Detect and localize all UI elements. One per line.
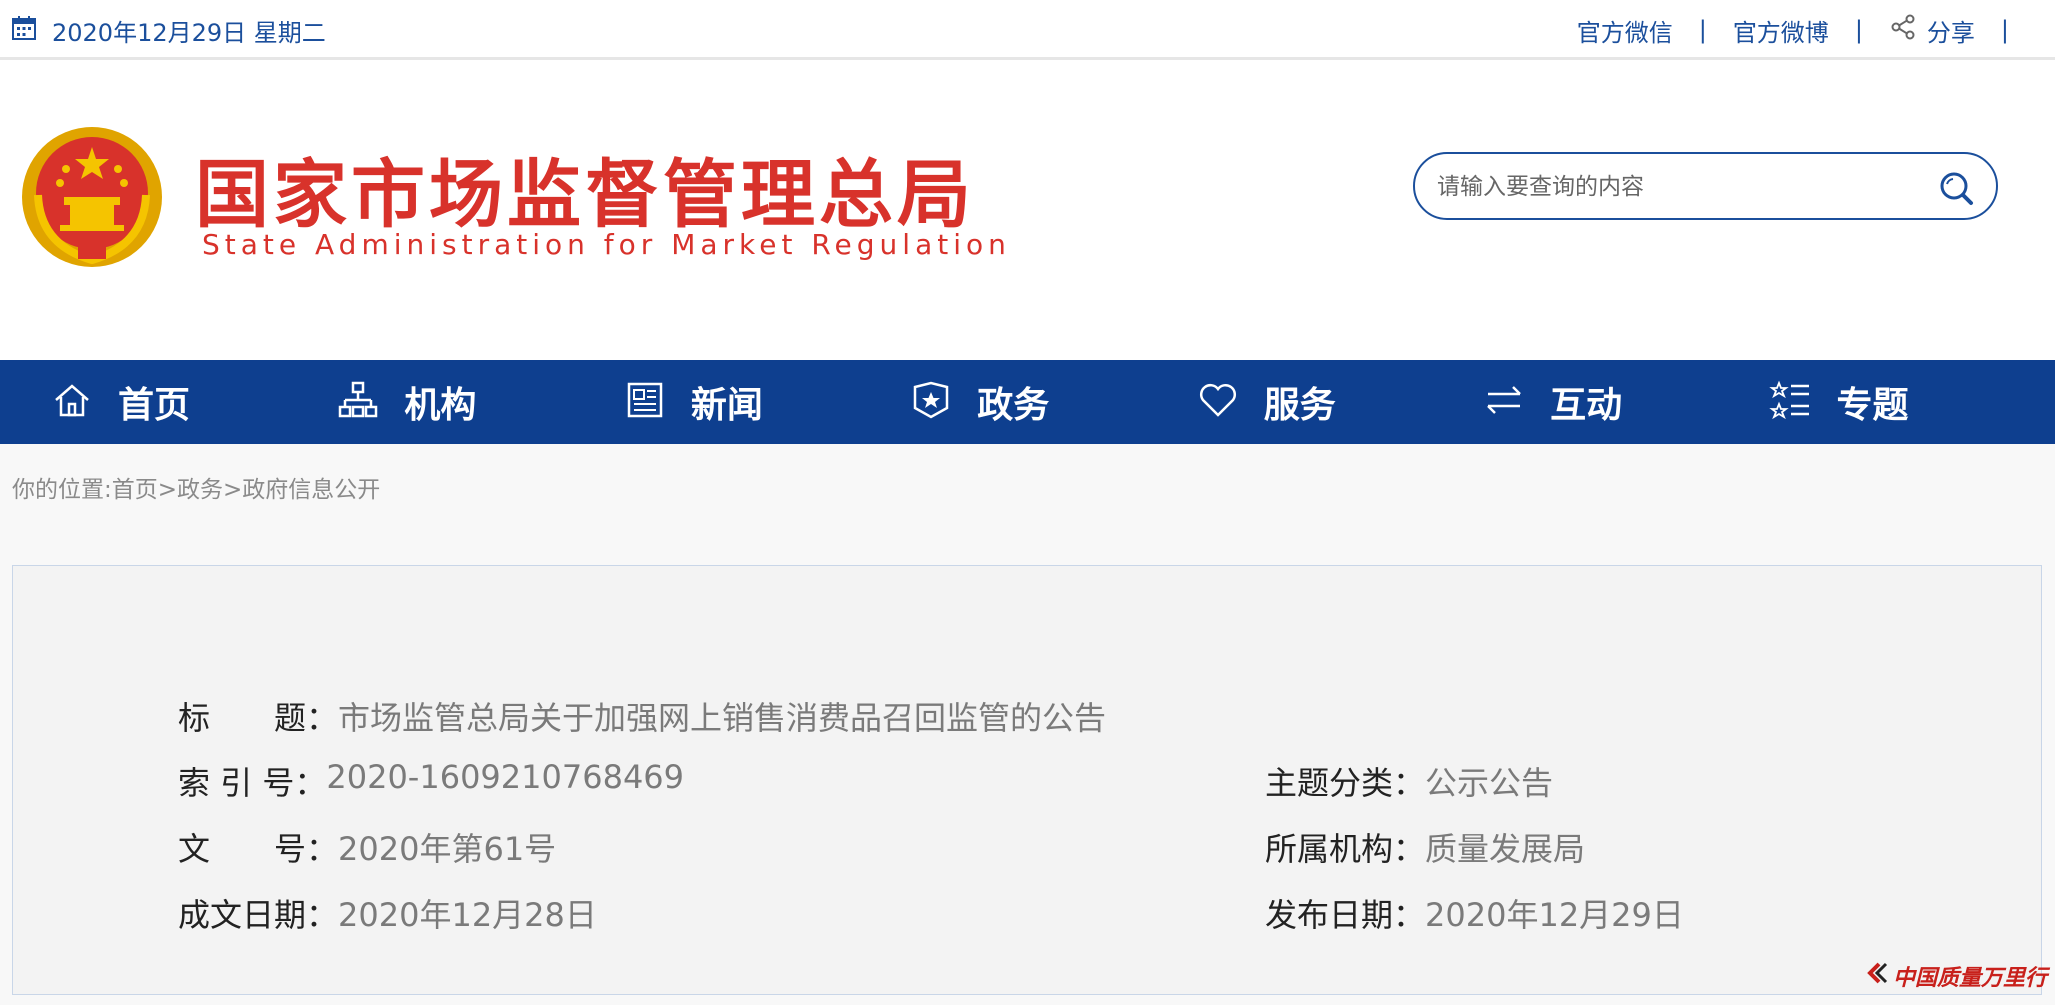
site-header: 国家市场监督管理总局 State Administration for Mark…: [0, 60, 2055, 360]
official-wechat-link[interactable]: 官方微信: [1577, 13, 1673, 48]
watermark-logo: 中国质量万里行: [1865, 960, 2047, 992]
watermark-text: 中国质量万里行: [1892, 965, 2047, 991]
government-icon: [909, 378, 953, 426]
nav-label: 首页: [118, 385, 191, 426]
org-value: 质量发展局: [1425, 830, 1586, 868]
link-separator: |: [1854, 16, 1863, 44]
nav-label: 互动: [1550, 385, 1623, 426]
nav-item-government[interactable]: 政务: [909, 360, 1195, 444]
document-info-panel: 标 题： 市场监管总局关于加强网上销售消费品召回监管的公告 索 引 号： 202…: [12, 565, 2042, 995]
info-row-publish-date: 发布日期： 2020年12月29日: [1265, 890, 1684, 936]
nav-item-news[interactable]: 新闻: [623, 360, 909, 444]
search-icon[interactable]: [1938, 170, 1974, 206]
news-icon: [623, 378, 667, 426]
exchange-icon: [1482, 378, 1526, 426]
search-input[interactable]: [1435, 168, 1909, 206]
nav-label: 服务: [1263, 385, 1336, 426]
info-row-index: 索 引 号： 2020-1609210768469: [178, 758, 684, 804]
org-label: 所属机构：: [1265, 830, 1426, 868]
top-links: 官方微信 | 官方微博 | 分享 |: [1577, 13, 2035, 48]
top-bar: 2020年12月29日 星期二 官方微信 | 官方微博 | 分享 |: [0, 0, 2055, 60]
nav-label: 专题: [1836, 385, 1909, 426]
share-button[interactable]: 分享: [1889, 13, 1975, 48]
info-row-written-date: 成文日期： 2020年12月28日: [178, 890, 597, 936]
nav-label: 机构: [404, 385, 477, 426]
site-title-en: State Administration for Market Regulati…: [202, 228, 1011, 261]
publish-date-label: 发布日期：: [1265, 896, 1426, 934]
official-weibo-link[interactable]: 官方微博: [1733, 13, 1829, 48]
link-separator: |: [1698, 16, 1707, 44]
docno-value: 2020年第61号: [338, 830, 557, 868]
index-label: 索 引 号：: [178, 764, 327, 802]
written-date-label: 成文日期：: [178, 896, 339, 934]
link-separator: |: [2000, 16, 2009, 44]
title-label: 标 题：: [178, 699, 339, 737]
topic-list-icon: [1768, 378, 1813, 426]
info-row-title: 标 题： 市场监管总局关于加强网上销售消费品召回监管的公告: [178, 693, 1106, 739]
date-display: 2020年12月29日 星期二: [10, 14, 326, 47]
nav-item-organization[interactable]: 机构: [336, 360, 622, 444]
site-title-cn[interactable]: 国家市场监督管理总局: [195, 135, 975, 242]
home-icon: [50, 378, 94, 426]
share-label: 分享: [1926, 18, 1975, 47]
nav-item-topics[interactable]: 专题: [1768, 360, 2055, 444]
nav-label: 新闻: [690, 385, 763, 426]
chevron-logo-icon: [1865, 961, 1889, 991]
topic-value: 公示公告: [1425, 764, 1554, 802]
topic-label: 主题分类：: [1265, 764, 1426, 802]
info-row-org: 所属机构： 质量发展局: [1265, 824, 1585, 870]
main-nav: 首页 机构 新闻 政务 服务 互动 专题: [0, 360, 2055, 444]
docno-label: 文 号：: [178, 830, 339, 868]
org-chart-icon: [336, 378, 380, 426]
nav-label: 政务: [977, 385, 1050, 426]
breadcrumb[interactable]: 你的位置:首页>政务>政府信息公开: [12, 470, 380, 504]
index-value: 2020-1609210768469: [326, 758, 685, 796]
nav-item-interaction[interactable]: 互动: [1482, 360, 1768, 444]
written-date-value: 2020年12月28日: [338, 896, 597, 934]
current-date: 2020年12月29日 星期二: [52, 18, 326, 47]
share-icon: [1889, 13, 1927, 47]
calendar-icon: [10, 14, 38, 46]
title-value: 市场监管总局关于加强网上销售消费品召回监管的公告: [338, 699, 1107, 737]
search-box: [1413, 152, 1998, 220]
heart-icon: [1196, 378, 1240, 426]
info-row-topic: 主题分类： 公示公告: [1265, 758, 1553, 804]
national-emblem-logo[interactable]: [20, 125, 165, 270]
nav-item-services[interactable]: 服务: [1196, 360, 1482, 444]
info-row-docno: 文 号： 2020年第61号: [178, 824, 556, 870]
publish-date-value: 2020年12月29日: [1425, 896, 1684, 934]
nav-item-home[interactable]: 首页: [0, 360, 336, 444]
